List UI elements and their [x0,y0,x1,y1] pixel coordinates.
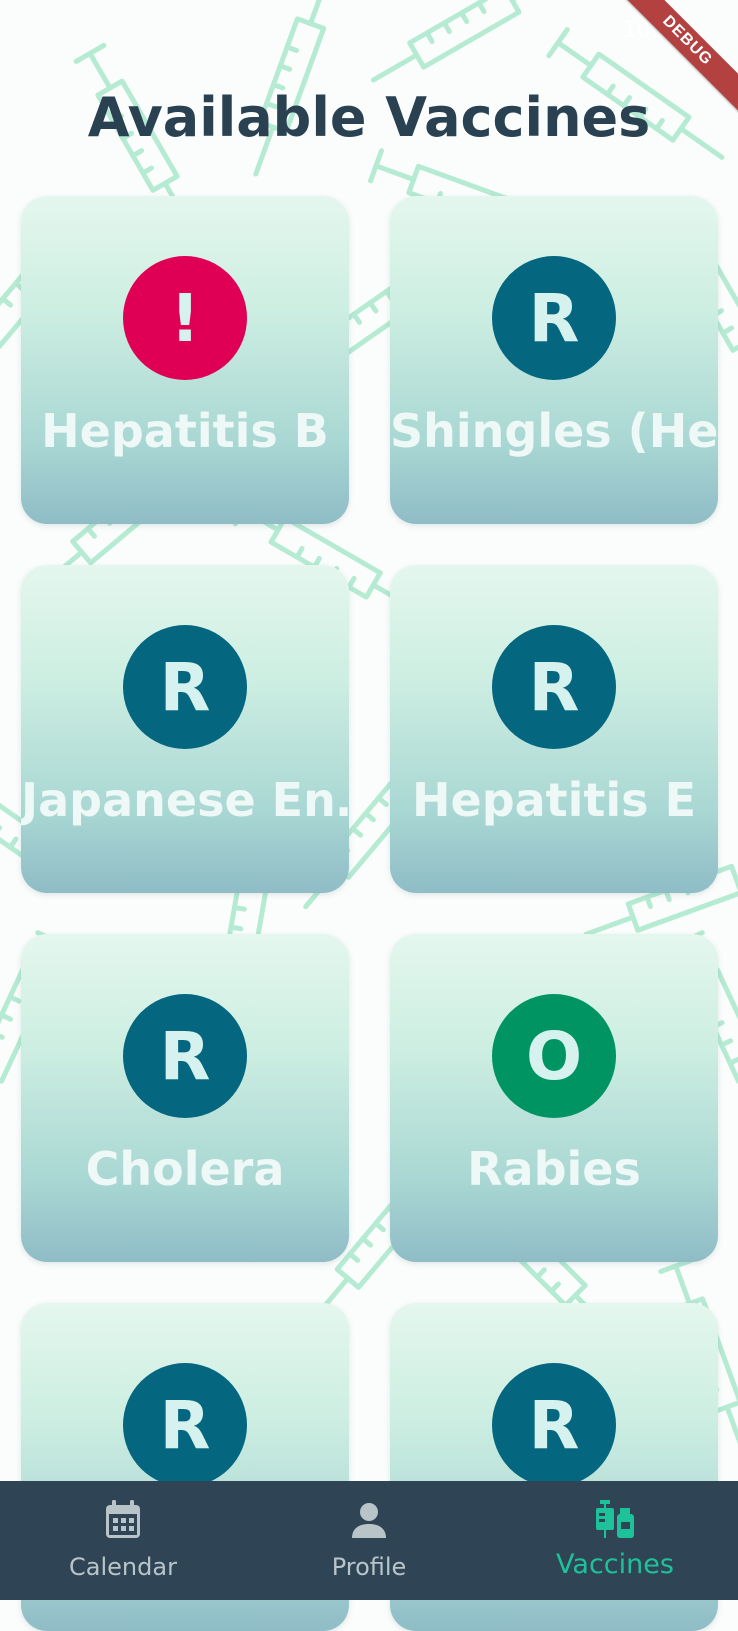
vaccine-grid: ! Hepatitis B R Shingles (He… R Japanese… [0,0,738,1631]
vaccine-card[interactable]: R Cholera [21,934,349,1262]
vaccine-card[interactable]: R Hepatitis E [390,565,718,893]
vaccine-status-badge: O [492,994,616,1118]
vaccine-status-badge: R [492,1363,616,1487]
vaccine-status-badge: ! [123,256,247,380]
vaccine-name: Japanese En… [21,773,349,827]
vaccine-status-badge: R [123,625,247,749]
nav-label: Profile [331,1553,407,1581]
vaccine-name: Rabies [467,1142,641,1196]
vaccine-status-badge: R [492,256,616,380]
vaccine-status-badge: R [492,625,616,749]
vaccine-card[interactable]: R Shingles (He… [390,196,718,524]
vaccine-name: Cholera [85,1142,285,1196]
vaccine-name: Shingles (He… [390,404,718,458]
vaccine-card[interactable]: ! Hepatitis B [21,196,349,524]
vaccine-card[interactable]: O Rabies [390,934,718,1262]
vaccine-name: Hepatitis E [412,773,696,827]
vaccine-status-badge: R [123,1363,247,1487]
nav-label: Vaccines [556,1549,674,1580]
nav-item-vaccines[interactable]: Vaccines [492,1481,738,1600]
person-icon [346,1497,392,1543]
nav-item-calendar[interactable]: Calendar [0,1481,246,1600]
vaccine-status-badge: R [123,994,247,1118]
vaccines-icon [592,1497,638,1543]
vaccine-name: Hepatitis B [41,404,329,458]
nav-item-profile[interactable]: Profile [246,1481,492,1600]
bottom-navigation-bar: Calendar Profile Vaccines [0,1481,738,1600]
vaccine-card[interactable]: R Japanese En… [21,565,349,893]
calendar-icon [100,1497,146,1543]
nav-label: Calendar [69,1553,177,1581]
